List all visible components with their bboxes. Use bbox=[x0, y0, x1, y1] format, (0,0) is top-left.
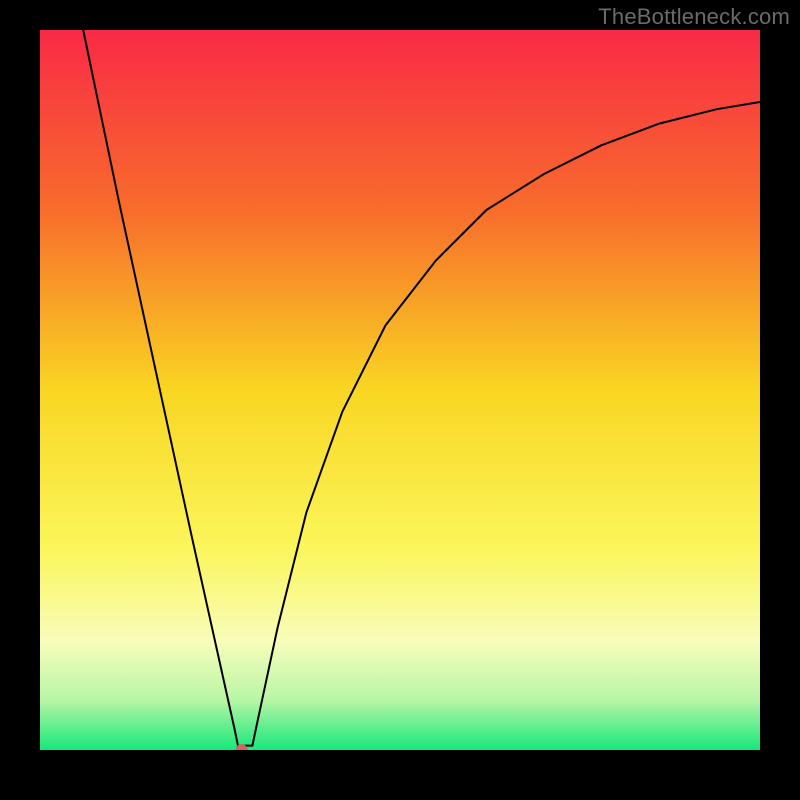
watermark-text: TheBottleneck.com bbox=[598, 4, 790, 30]
plot-area bbox=[40, 30, 760, 750]
gradient-background bbox=[40, 30, 760, 750]
chart-container: TheBottleneck.com bbox=[0, 0, 800, 800]
chart-svg bbox=[40, 30, 760, 750]
